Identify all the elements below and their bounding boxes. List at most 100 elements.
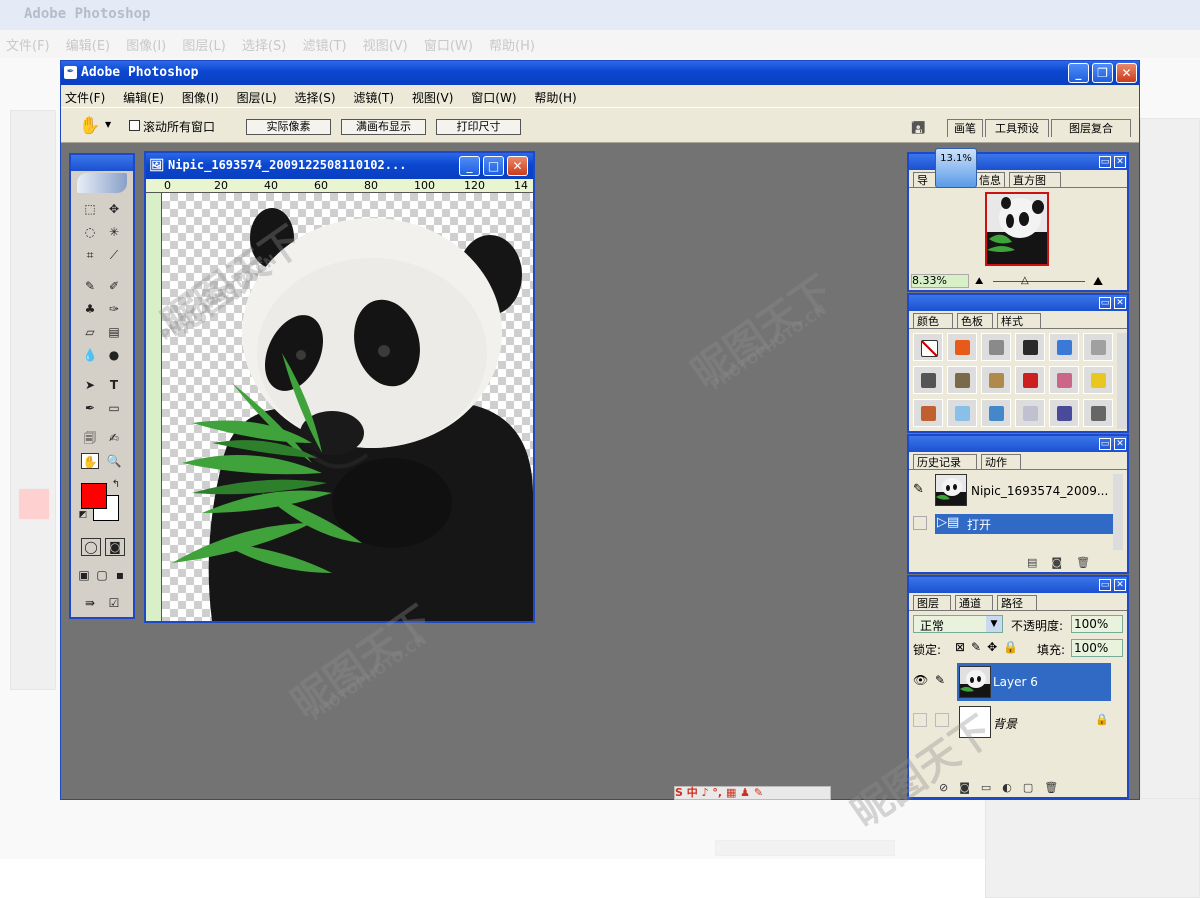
tab-history[interactable]: 历史记录 xyxy=(913,454,977,470)
history-scrollbar[interactable] xyxy=(1113,474,1123,550)
history-snapshot-name[interactable]: Nipic_1693574_2009... xyxy=(971,484,1108,498)
lock-options-icons[interactable]: ⊠✎✥🔒 xyxy=(955,640,1024,654)
layers-minimize-icon[interactable]: ▭ xyxy=(1099,579,1111,591)
vertical-ruler[interactable] xyxy=(146,193,162,621)
style-swatch[interactable] xyxy=(1049,399,1079,427)
menu-help[interactable]: 帮助(H) xyxy=(534,91,576,105)
layers-close-icon[interactable]: ✕ xyxy=(1114,579,1126,591)
eraser-tool-icon[interactable]: ▱ xyxy=(81,324,99,340)
type-tool-icon[interactable]: T xyxy=(105,377,123,393)
style-swatch[interactable] xyxy=(1015,399,1045,427)
background-visibility-toggle[interactable] xyxy=(913,713,927,727)
move-tool-icon[interactable]: ✥ xyxy=(105,201,123,217)
style-swatch[interactable] xyxy=(913,366,943,394)
path-selection-tool-icon[interactable]: ➤ xyxy=(81,377,99,393)
style-swatch[interactable] xyxy=(1015,333,1045,361)
document-close-button[interactable]: ✕ xyxy=(507,156,528,176)
style-swatch[interactable] xyxy=(981,399,1011,427)
zoom-tool-icon[interactable]: 🔍 xyxy=(105,453,123,469)
window-titlebar[interactable]: ✒ Adobe Photoshop _ ❐ ✕ xyxy=(61,61,1139,85)
zoom-out-icon[interactable]: ⛰ xyxy=(975,276,983,287)
menu-filter[interactable]: 滤镜(T) xyxy=(353,91,394,105)
zoom-slider-handle[interactable]: △ xyxy=(1021,275,1029,286)
foreground-color-chip[interactable] xyxy=(81,483,107,509)
minimize-button[interactable]: _ xyxy=(1068,63,1089,83)
palette-well-icon[interactable]: 🖪 xyxy=(911,115,925,144)
menu-file[interactable]: 文件(F) xyxy=(65,91,105,105)
screen-mode-standard-icon[interactable]: ▣ xyxy=(75,567,93,583)
tab-tool-presets[interactable]: 工具预设 xyxy=(985,119,1049,137)
history-step-row[interactable]: 打开 ▷▤ xyxy=(935,514,1113,534)
navigator-close-icon[interactable]: ✕ xyxy=(1114,156,1126,168)
horizontal-ruler[interactable]: 0 20 40 60 80 100 120 14 xyxy=(146,179,533,193)
history-minimize-icon[interactable]: ▭ xyxy=(1099,438,1111,450)
tab-styles[interactable]: 样式 xyxy=(997,313,1041,329)
jump-to-imageready-icon[interactable]: ⇛ xyxy=(81,595,99,611)
history-brush-tool-icon[interactable]: ✑ xyxy=(105,301,123,317)
opacity-field[interactable]: 100% xyxy=(1071,615,1123,633)
blend-mode-select[interactable]: 正常 ▼ xyxy=(913,615,1003,633)
crop-tool-icon[interactable]: ⌗ xyxy=(81,247,99,263)
tab-color[interactable]: 颜色 xyxy=(913,313,953,329)
layers-footer-icons[interactable]: ⊘◙▭◐▢🗑 xyxy=(939,781,1069,794)
scroll-all-windows-checkbox[interactable] xyxy=(129,120,140,131)
navigator-minimize-icon[interactable]: ▭ xyxy=(1099,156,1111,168)
background-link-toggle[interactable] xyxy=(935,713,949,727)
screen-mode-full-icon[interactable]: ▪ xyxy=(111,567,129,583)
style-swatch[interactable] xyxy=(1083,333,1113,361)
pen-tool-icon[interactable]: ✒ xyxy=(81,400,99,416)
eyedropper-tool-icon[interactable]: ✍ xyxy=(105,430,123,446)
tab-brushes[interactable]: 画笔 xyxy=(947,119,983,137)
tab-layers[interactable]: 图层 xyxy=(913,595,951,611)
style-swatch[interactable] xyxy=(947,399,977,427)
menu-edit[interactable]: 编辑(E) xyxy=(123,91,164,105)
styles-palette-header[interactable] xyxy=(909,295,1127,311)
style-swatch[interactable] xyxy=(1083,399,1113,427)
hand-tool-icon[interactable]: ✋ xyxy=(81,453,99,469)
menu-select[interactable]: 选择(S) xyxy=(295,91,336,105)
styles-scrollbar[interactable] xyxy=(1117,333,1127,429)
blur-tool-icon[interactable]: 💧 xyxy=(81,347,99,363)
gradient-tool-icon[interactable]: ▤ xyxy=(105,324,123,340)
history-brush-source-icon[interactable]: ✎ xyxy=(913,482,924,497)
menu-view[interactable]: 视图(V) xyxy=(412,91,454,105)
menu-image[interactable]: 图像(I) xyxy=(182,91,219,105)
layer-brush-link-icon[interactable]: ✎ xyxy=(935,673,945,687)
tool-preset-dropdown-icon[interactable]: ▼ xyxy=(105,120,111,129)
shape-tool-icon[interactable]: ▭ xyxy=(105,400,123,416)
style-swatch[interactable] xyxy=(947,366,977,394)
actual-pixels-button[interactable]: 实际像素 xyxy=(246,119,331,135)
screen-mode-full-menu-icon[interactable]: ▢ xyxy=(93,567,111,583)
brush-tool-icon[interactable]: ✐ xyxy=(105,278,123,294)
tab-channels[interactable]: 通道 xyxy=(955,595,993,611)
style-swatch[interactable] xyxy=(981,333,1011,361)
swap-colors-icon[interactable]: ↰ xyxy=(107,477,125,493)
tab-actions[interactable]: 动作 xyxy=(981,454,1021,470)
zoom-in-icon[interactable]: ⛰ xyxy=(1093,274,1103,289)
magic-wand-tool-icon[interactable]: ✳ xyxy=(105,224,123,240)
style-swatch[interactable] xyxy=(981,366,1011,394)
history-step-source-box[interactable] xyxy=(913,516,927,530)
hand-icon[interactable]: ✋ xyxy=(79,116,100,136)
layer-visibility-eye-icon[interactable]: 👁 xyxy=(913,673,928,687)
close-button[interactable]: ✕ xyxy=(1116,63,1137,83)
tab-paths[interactable]: 路径 xyxy=(997,595,1037,611)
history-footer-icons[interactable]: ▤◙🗑 xyxy=(1027,556,1104,569)
style-swatch[interactable] xyxy=(1049,333,1079,361)
lasso-tool-icon[interactable]: ◌ xyxy=(81,224,99,240)
zoom-slider[interactable] xyxy=(993,281,1085,282)
layers-palette-header[interactable] xyxy=(909,577,1127,593)
ime-language-bar[interactable]: S 中 ♪ °, ▦ ♟ ✎ xyxy=(674,786,831,800)
standard-mode-icon[interactable]: ◯ xyxy=(81,538,101,556)
notes-tool-icon[interactable]: 🗐 xyxy=(81,430,99,446)
tab-info[interactable]: 信息 xyxy=(975,172,1005,188)
history-palette-header[interactable] xyxy=(909,436,1127,452)
style-swatch[interactable] xyxy=(1015,366,1045,394)
styles-close-icon[interactable]: ✕ xyxy=(1114,297,1126,309)
dodge-tool-icon[interactable]: ● xyxy=(105,347,123,363)
style-swatch[interactable] xyxy=(1083,366,1113,394)
style-swatch[interactable] xyxy=(947,333,977,361)
print-size-button[interactable]: 打印尺寸 xyxy=(436,119,521,135)
healing-brush-tool-icon[interactable]: ✎ xyxy=(81,278,99,294)
clone-stamp-tool-icon[interactable]: ♣ xyxy=(81,301,99,317)
